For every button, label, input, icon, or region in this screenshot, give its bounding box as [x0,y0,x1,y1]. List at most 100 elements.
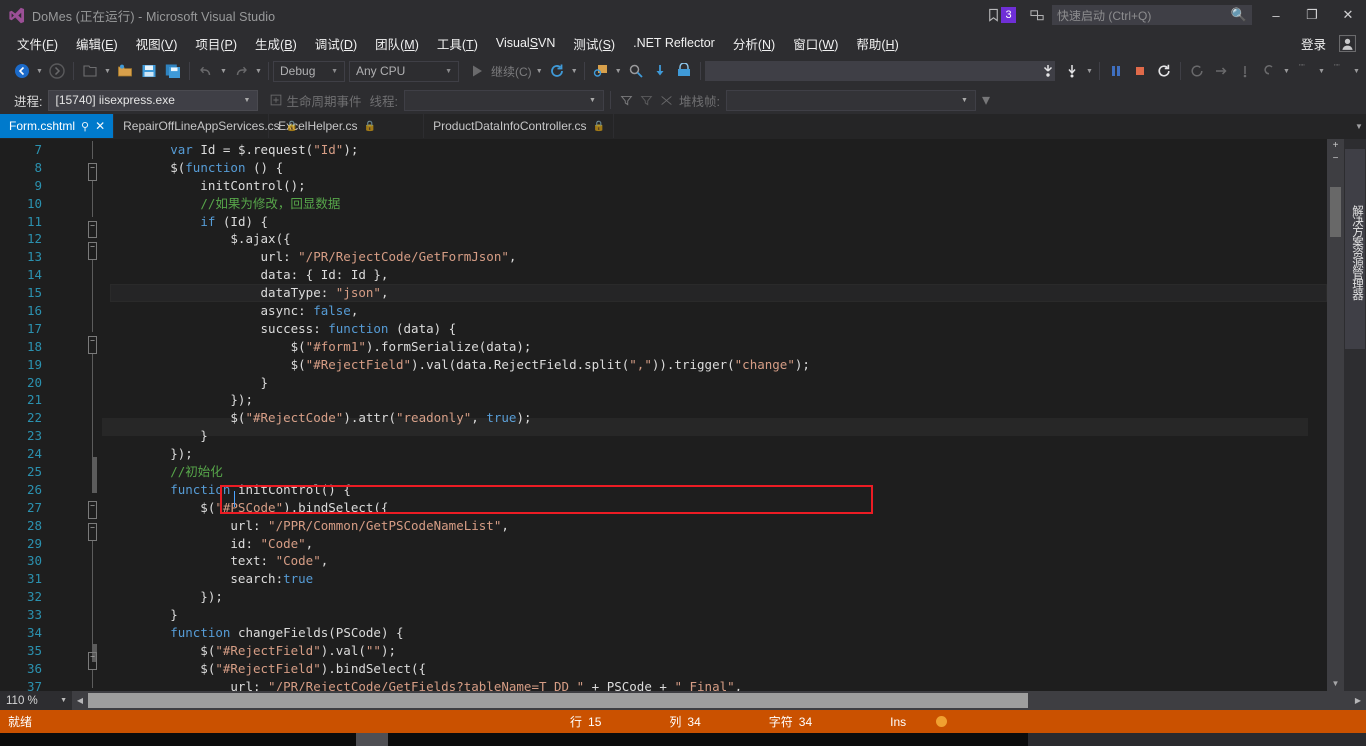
outline-marker[interactable]: − [88,522,102,541]
code-line[interactable]: $.ajax({ [110,230,1327,248]
outline-marker[interactable] [88,558,102,577]
menu-item-8[interactable]: VisualSVN [487,33,565,53]
code-line[interactable]: } [110,374,1327,392]
pause-icon[interactable] [1104,59,1128,83]
code-line[interactable]: //初始化 [110,463,1327,481]
collapse-icon[interactable]: − [88,242,97,261]
outline-marker[interactable] [88,576,102,595]
sign-in-button[interactable]: 登录 [1293,32,1334,55]
outline-marker[interactable]: − [88,652,102,670]
outline-marker[interactable] [88,389,102,408]
zoom-level-select[interactable]: 110 % ▼ [0,691,72,710]
quick-launch-input[interactable]: 快速启动 (Ctrl+Q) 🔍 [1052,5,1252,25]
send-feedback-icon[interactable] [1022,0,1052,30]
filter-off-icon[interactable] [637,89,657,111]
scroll-left-button[interactable]: ◀ [72,696,88,705]
horizontal-scroll-thumb[interactable] [88,693,1028,708]
code-line[interactable]: async: false, [110,302,1327,320]
collapse-icon[interactable]: − [88,522,97,541]
maximize-button[interactable]: ❐ [1294,0,1330,30]
outline-marker[interactable] [88,260,102,279]
outline-marker[interactable] [88,296,102,315]
taskbar-active-app[interactable] [356,733,388,746]
menu-item-11[interactable]: 分析(N) [724,31,784,56]
editor-vertical-scrollbar[interactable]: + − ▼ [1327,139,1344,691]
menu-item-4[interactable]: 生成(B) [246,31,306,56]
document-tab-0[interactable]: Form.cshtml ⚲ ✕ [0,114,115,138]
scroll-down-button[interactable]: ▼ [1327,675,1344,691]
undo-dropdown[interactable]: ▼ [218,59,229,83]
undo-icon[interactable] [194,59,218,83]
search-icon[interactable]: 🔍 [1231,7,1247,23]
menu-item-1[interactable]: 编辑(E) [67,31,127,56]
outline-marker[interactable]: − [88,162,102,181]
zoom-in-out-controls[interactable]: + − [1327,139,1344,169]
outline-marker[interactable] [88,540,102,559]
outline-marker[interactable]: − [88,242,102,261]
continue-label[interactable]: 继续(C) [489,63,534,80]
stop-icon[interactable] [1128,59,1152,83]
filter-icon[interactable] [617,89,637,111]
immediate-window-icon[interactable]: "" [1327,59,1351,83]
outline-marker[interactable] [88,461,102,493]
code-line[interactable]: $("#form1").formSerialize(data); [110,338,1327,356]
code-line[interactable]: url: "/PR/RejectCode/GetFormJson", [110,248,1327,266]
outline-marker[interactable] [88,479,102,497]
redo-dropdown[interactable]: ▼ [253,59,264,83]
menu-item-12[interactable]: 窗口(W) [784,31,847,56]
close-button[interactable]: ✕ [1330,0,1366,30]
collapse-icon[interactable]: − [88,220,97,239]
solution-explorer-tab[interactable]: 解决方案资源管理器 [1345,149,1365,349]
solution-configuration-select[interactable]: Debug ▼ [273,60,345,82]
code-line[interactable]: $("#RejectField").val(""); [110,642,1327,660]
notifications-button[interactable]: 3 [986,7,1016,23]
vertical-scroll-thumb[interactable] [1330,187,1341,237]
watch-dropdown[interactable]: ▼ [1316,59,1327,83]
external-code-icon[interactable] [657,89,677,111]
step-return-dim-icon[interactable] [1257,59,1281,83]
outline-marker[interactable] [88,425,102,444]
code-line[interactable]: success: function (data) { [110,320,1327,338]
menu-item-6[interactable]: 团队(M) [366,31,428,56]
code-line[interactable]: var Id = $.request("Id"); [110,141,1327,159]
outline-marker[interactable] [88,180,102,199]
code-line[interactable]: //如果为修改，回显数据 [110,195,1327,213]
code-line[interactable]: $("#RejectField").val(data.RejectField.s… [110,356,1327,374]
outline-marker[interactable] [88,278,102,297]
tab-overflow-button[interactable]: ▼ [1352,114,1366,139]
close-tab-icon[interactable]: ✕ [95,119,105,133]
new-project-dropdown[interactable]: ▼ [102,59,113,83]
outline-marker[interactable] [88,669,102,688]
minimize-button[interactable]: – [1258,0,1294,30]
redo-icon[interactable] [229,59,253,83]
navigate-back-icon[interactable] [10,59,34,83]
code-line[interactable]: dataType: "json", [110,284,1327,303]
attach-to-process-icon[interactable] [589,59,613,83]
code-surface[interactable]: 7 8 9 10 11 12 13 14 15 16 17 18 19 20 21 22 23 24 25 26 27 2… [0,139,1327,691]
code-line[interactable]: }); [110,588,1327,606]
step-into-arrow-icon[interactable] [1060,59,1084,83]
outline-marker[interactable] [88,353,102,372]
thread-select[interactable]: ▼ [403,89,604,111]
step-out-dim-icon[interactable] [1233,59,1257,83]
code-line[interactable]: }); [110,391,1327,409]
document-tab-1[interactable]: RepairOffLineAppServices.cs 🔒 [114,114,298,138]
code-line[interactable]: }); [110,445,1327,463]
pin-icon[interactable]: ⚲ [81,120,89,133]
navigate-forward-icon[interactable] [45,59,69,83]
step-over-icon[interactable] [1036,59,1060,83]
menu-item-10[interactable]: .NET Reflector [624,33,724,53]
solution-platform-select[interactable]: Any CPU ▼ [349,60,459,82]
collapse-icon[interactable]: − [88,335,97,354]
outline-marker[interactable] [88,407,102,426]
step-dropdown[interactable]: ▼ [1084,59,1095,83]
outline-marker[interactable] [88,198,102,217]
lifecycle-events-icon[interactable] [266,89,286,111]
code-line[interactable]: if (Id) { [110,213,1327,231]
menu-item-9[interactable]: 测试(S) [564,31,624,56]
find-icon[interactable] [624,59,648,83]
outline-marker[interactable] [88,612,102,631]
menu-item-5[interactable]: 调试(D) [306,31,366,56]
navigate-back-dropdown[interactable]: ▼ [34,59,45,83]
start-debugging-icon[interactable] [465,59,489,83]
